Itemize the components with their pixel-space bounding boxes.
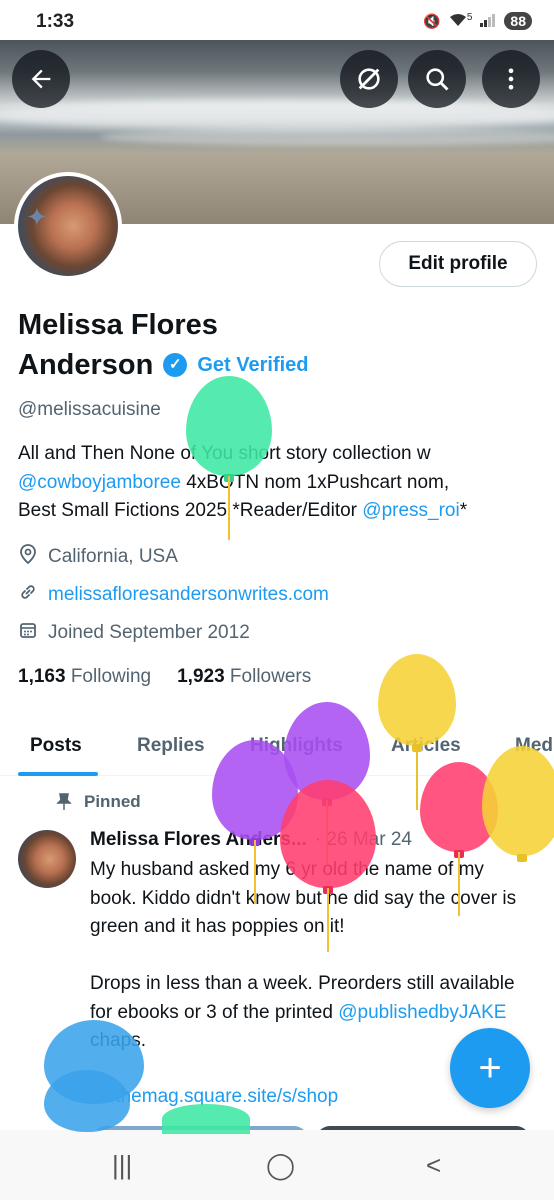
battery-indicator: 88 <box>504 12 532 30</box>
profile-tabs: Posts Replies Highlights Articles Med <box>0 718 554 776</box>
post-author-name[interactable]: Melissa Flores Anders... <box>90 829 307 851</box>
bio-mention-press-roi[interactable]: @press_roi <box>362 500 459 521</box>
active-tab-indicator <box>18 772 98 776</box>
followers-stat[interactable]: 1,923 Followers <box>177 666 311 688</box>
status-icons: 🔇 5 88 <box>423 12 532 30</box>
tab-replies[interactable]: Replies <box>137 735 205 757</box>
edit-profile-button[interactable]: Edit profile <box>379 241 537 287</box>
home-button[interactable]: ◯ <box>266 1150 295 1181</box>
location-pin-icon <box>18 544 38 569</box>
post-mention-publishedbyjake[interactable]: @publishedbyJAKE <box>338 1002 506 1023</box>
followers-label: Followers <box>229 666 312 687</box>
post-paragraph-1: My husband asked my 6 yr old the name of… <box>90 859 517 937</box>
compose-post-button[interactable]: + <box>450 1028 530 1108</box>
bio-mention-cowboyjamboree[interactable]: @cowboyjamboree <box>18 472 181 493</box>
following-stat[interactable]: 1,163 Following <box>18 666 151 688</box>
status-bar: 1:33 🔇 5 88 <box>0 0 554 40</box>
more-options-button[interactable] <box>482 50 540 108</box>
profile-name-line2: Anderson <box>18 349 154 381</box>
profile-avatar[interactable]: ✦ <box>14 172 122 280</box>
location-text: California, USA <box>48 545 178 567</box>
tab-media[interactable]: Med <box>515 735 553 757</box>
plus-icon: + <box>478 1045 502 1090</box>
bio-text-line2: 4xBOTN nom 1xPushcart nom, <box>180 471 450 493</box>
post-author-avatar[interactable] <box>18 830 76 888</box>
status-time: 1:33 <box>36 11 75 32</box>
profile-handle: @melissacuisine <box>18 399 161 420</box>
mute-icon: 🔇 <box>423 12 441 29</box>
star-decoration-icon: ✦ <box>26 202 48 232</box>
grok-button[interactable] <box>340 50 398 108</box>
joined-row: Joined September 2012 <box>18 621 250 644</box>
pinned-label: Pinned <box>84 792 141 811</box>
following-count: 1,163 <box>18 666 66 687</box>
tab-highlights[interactable]: Highlights <box>250 735 343 757</box>
bio-text-line1: All and Then None of You short story col… <box>18 443 431 464</box>
profile-name: Melissa Flores Anderson ✓ Get Verified <box>18 305 358 385</box>
pinned-indicator: Pinned <box>56 792 141 812</box>
avatar-photo: ✦ <box>18 176 118 276</box>
post-shop-link[interactable]: ...sthemag.square.site/s/shop <box>90 1086 338 1108</box>
post-paragraph-2-end: chaps. <box>90 1030 146 1051</box>
verified-badge-icon: ✓ <box>163 353 188 377</box>
search-icon <box>426 68 449 91</box>
bio-text-end: * <box>459 500 468 521</box>
bio-text-line3: Best Small Fictions 2025 *Reader/Editor <box>18 500 363 521</box>
profile-name-line1: Melissa Flores <box>18 309 218 341</box>
joined-text: Joined September 2012 <box>48 621 250 643</box>
followers-count: 1,923 <box>177 666 225 687</box>
post-header: Melissa Flores Anders... · 26 Mar 24 <box>90 829 540 851</box>
link-icon <box>18 583 38 606</box>
signal-strength-label: 5 <box>466 11 473 23</box>
calendar-icon <box>18 621 38 644</box>
tab-articles[interactable]: Articles <box>391 735 461 757</box>
search-button[interactable] <box>408 50 466 108</box>
grok-slash-icon <box>358 68 380 90</box>
system-nav-bar: ||| ◯ < <box>0 1130 554 1200</box>
profile-bio: All and Then None of You short story col… <box>18 440 543 526</box>
back-button[interactable] <box>12 50 70 108</box>
tab-posts[interactable]: Posts <box>30 735 82 757</box>
wifi-icon <box>449 13 467 30</box>
follow-stats: 1,163 Following 1,923 Followers <box>18 666 311 688</box>
website-row: melissafloresandersonwrites.com <box>18 583 329 606</box>
pin-icon <box>56 793 72 810</box>
website-link[interactable]: melissafloresandersonwrites.com <box>48 584 329 606</box>
recent-apps-button[interactable]: ||| <box>112 1150 132 1181</box>
more-vertical-icon <box>508 68 514 90</box>
get-verified-link[interactable]: Get Verified <box>197 345 308 385</box>
location-row: California, USA <box>18 544 178 569</box>
following-label: Following <box>70 666 152 687</box>
arrow-left-icon <box>31 69 51 89</box>
system-back-button[interactable]: < <box>426 1150 441 1181</box>
cellular-signal-icon <box>480 13 496 30</box>
post-date: · 26 Mar 24 <box>314 829 412 850</box>
